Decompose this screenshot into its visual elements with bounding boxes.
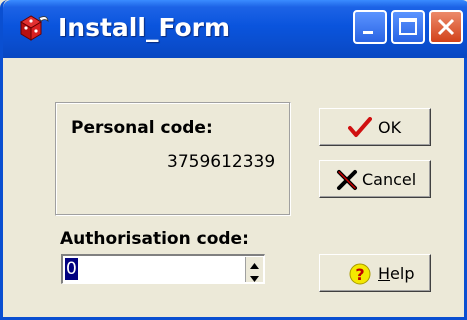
title-bar[interactable]: Install_Form	[3, 0, 467, 58]
help-label: Help	[378, 264, 415, 283]
window-title: Install_Form	[58, 13, 231, 42]
install-icon	[17, 12, 51, 42]
svg-text:?: ?	[355, 265, 364, 284]
spin-buttons[interactable]	[245, 257, 263, 282]
maximize-button[interactable]	[391, 10, 425, 44]
install-form-window: Install_Form Personal code: 3759612339 A…	[0, 0, 467, 320]
authorisation-code-input[interactable]: 0	[61, 254, 265, 284]
cross-icon	[336, 169, 358, 195]
ok-button[interactable]: OK	[319, 108, 431, 146]
help-button[interactable]: ? Help	[319, 254, 431, 292]
checkmark-icon	[348, 117, 372, 143]
cancel-label: Cancel	[362, 170, 417, 189]
spin-down-icon[interactable]	[246, 270, 263, 282]
minimize-icon	[363, 31, 373, 34]
spin-up-icon[interactable]	[246, 257, 263, 269]
ok-label: OK	[378, 118, 402, 137]
minimize-button[interactable]	[353, 10, 387, 44]
personal-code-value: 3759612339	[167, 152, 276, 172]
close-button[interactable]	[429, 10, 463, 44]
cancel-button[interactable]: Cancel	[319, 160, 431, 198]
authorisation-code-label: Authorisation code:	[60, 229, 249, 249]
personal-code-label: Personal code:	[71, 118, 213, 138]
authorisation-code-value[interactable]: 0	[65, 258, 78, 280]
close-icon	[437, 18, 455, 36]
maximize-icon	[399, 18, 417, 35]
help-icon: ?	[348, 262, 372, 290]
